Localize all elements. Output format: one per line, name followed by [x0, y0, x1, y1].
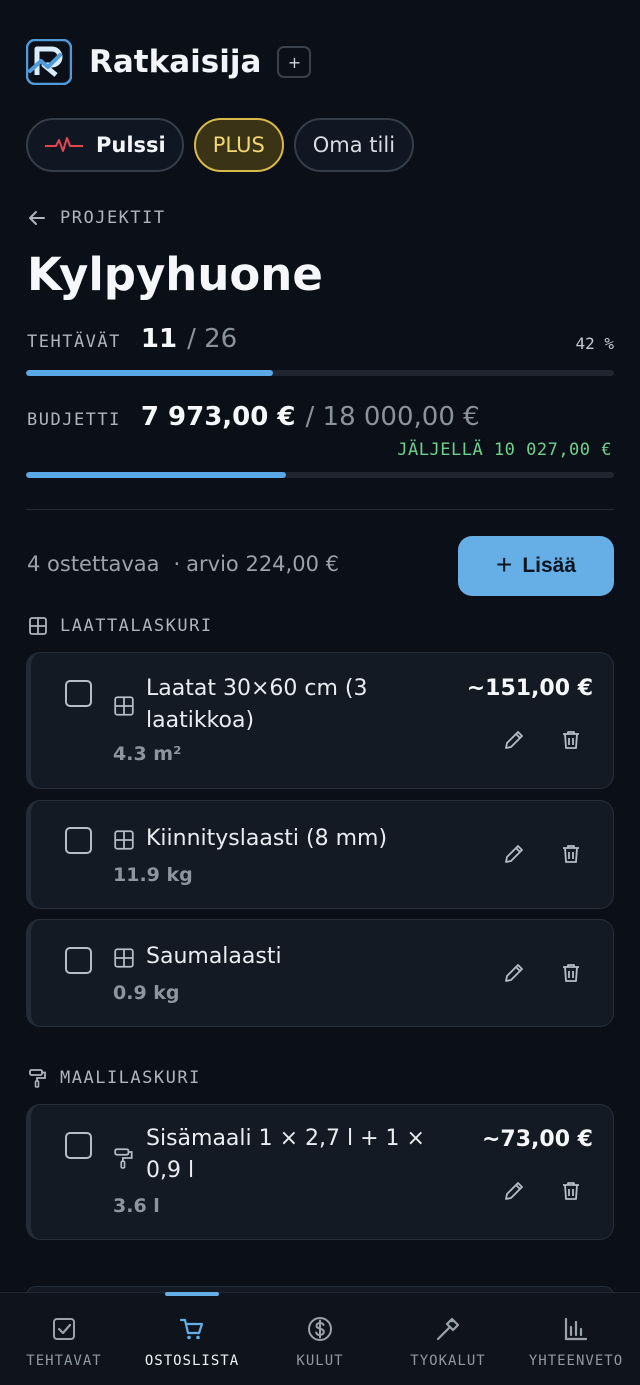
section-label: MAALILASKURI: [60, 1068, 201, 1088]
trash-icon: [563, 1182, 579, 1200]
tasks-progress-fill: [26, 370, 273, 376]
hammer-icon: [436, 1317, 460, 1341]
delete-button[interactable]: [558, 727, 584, 753]
checkbox-icon: [53, 1318, 75, 1340]
list-item: Kiinnityslaasti (8 mm) 11.9 kg: [26, 800, 614, 909]
tasks-label: TEHTÄVÄT: [27, 332, 121, 352]
page-title: Kylpyhuone: [27, 248, 323, 301]
tasks-total: / 26: [187, 324, 238, 354]
heartbeat-icon: [45, 137, 83, 152]
budget-progress-fill: [26, 472, 287, 478]
nav-label: OSTOSLISTA: [144, 1353, 240, 1369]
item-checkbox[interactable]: [65, 947, 92, 974]
item-quantity: 11.9 kg: [113, 864, 193, 886]
back-to-projects-link[interactable]: PROJEKTIT: [28, 208, 166, 228]
bar-chart-icon: [564, 1317, 588, 1341]
tasks-progress-bar: [26, 370, 614, 376]
item-quantity: 3.6 l: [113, 1195, 160, 1217]
trash-icon: [563, 731, 579, 749]
delete-button[interactable]: [558, 960, 584, 986]
item-checkbox[interactable]: [65, 680, 92, 707]
paint-roller-icon: [29, 1069, 46, 1088]
divider: [26, 509, 614, 510]
shopping-summary: 4 ostettavaa · arvio 224,00 €: [27, 552, 339, 576]
arrow-left-icon: [29, 211, 45, 225]
edit-button[interactable]: [501, 727, 527, 753]
nav-label: TEHTAVAT: [26, 1353, 102, 1369]
section-label: LAATTALASKURI: [60, 616, 213, 636]
app-logo-icon: [26, 39, 72, 85]
app-header: Ratkaisija +: [26, 38, 312, 86]
nav-label: YHTEENVETO: [528, 1353, 624, 1369]
pulse-button[interactable]: Pulssi: [26, 118, 184, 172]
item-checkbox[interactable]: [65, 1132, 92, 1159]
plus-icon: +: [495, 548, 513, 580]
grid-icon: [114, 830, 134, 850]
nav-tools[interactable]: TYOKALUT: [384, 1293, 512, 1385]
add-item-label: Lisää: [522, 554, 577, 577]
grid-icon: [114, 948, 134, 968]
summary-count: 4 ostettavaa: [27, 552, 160, 576]
edit-button[interactable]: [501, 1178, 527, 1204]
nav-tasks[interactable]: TEHTAVAT: [0, 1293, 128, 1385]
summary-estimate: arvio 224,00 €: [186, 552, 339, 576]
plus-button[interactable]: PLUS: [193, 118, 284, 172]
pencil-icon: [505, 731, 523, 749]
trash-icon: [563, 964, 579, 982]
pencil-icon: [505, 964, 523, 982]
tasks-done: 11: [140, 324, 178, 354]
item-checkbox[interactable]: [65, 827, 92, 854]
item-name[interactable]: Sisämaali 1 × 2,7 l + 1 × 0,9 l: [146, 1123, 425, 1187]
nav-label: KULUT: [296, 1353, 344, 1369]
edit-button[interactable]: [501, 841, 527, 867]
nav-shopping-list[interactable]: OSTOSLISTA: [128, 1292, 256, 1385]
pulse-label: Pulssi: [96, 133, 166, 157]
budget-total: / 18 000,00 €: [305, 402, 480, 432]
paint-roller-icon: [114, 1148, 133, 1169]
item-quantity: 4.3 m²: [113, 743, 182, 765]
list-item: Laatat 30×60 cm (3 laatikkoa) 4.3 m² ~15…: [26, 652, 614, 789]
grid-icon: [114, 696, 134, 716]
add-item-button[interactable]: + Lisää: [458, 536, 614, 596]
active-tab-indicator: [165, 1292, 219, 1296]
item-price: ~73,00 €: [482, 1127, 593, 1152]
budget-spent: 7 973,00 €: [140, 402, 296, 432]
app-title: Ratkaisija: [89, 44, 262, 80]
tasks-stat: TEHTÄVÄT 11 / 26: [27, 324, 614, 354]
item-price: ~151,00 €: [466, 676, 593, 701]
tasks-percent: 42 %: [575, 334, 614, 353]
bottom-nav: TEHTAVAT OSTOSLISTA KULUT TYOKALUT YHTEE…: [0, 1292, 640, 1385]
item-name[interactable]: Laatat 30×60 cm (3 laatikkoa): [146, 673, 367, 737]
trash-icon: [563, 845, 579, 863]
budget-label: BUDJETTI: [27, 410, 121, 430]
section-tile-calculator: LAATTALASKURI: [28, 616, 213, 636]
account-button[interactable]: Oma tili: [293, 118, 415, 172]
delete-button[interactable]: [558, 1178, 584, 1204]
item-name[interactable]: Kiinnityslaasti (8 mm): [146, 823, 387, 855]
item-name[interactable]: Saumalaasti: [146, 941, 282, 973]
list-item: Saumalaasti 0.9 kg: [26, 919, 614, 1027]
budget-progress-bar: [26, 472, 614, 478]
edit-button[interactable]: [501, 960, 527, 986]
nav-expenses[interactable]: KULUT: [256, 1293, 384, 1385]
item-quantity: 0.9 kg: [113, 982, 180, 1004]
budget-stat: BUDJETTI 7 973,00 € / 18 000,00 €: [27, 402, 614, 432]
grid-icon: [29, 617, 47, 635]
add-project-button[interactable]: +: [277, 46, 312, 78]
list-item: Sisämaali 1 × 2,7 l + 1 × 0,9 l 3.6 l ~7…: [26, 1104, 614, 1240]
pencil-icon: [505, 845, 523, 863]
dollar-icon: [308, 1317, 332, 1341]
budget-remaining: JÄLJELLÄ 10 027,00 €: [397, 440, 612, 460]
nav-summary[interactable]: YHTEENVETO: [512, 1293, 640, 1385]
cart-icon: [179, 1318, 204, 1340]
top-pills: Pulssi PLUS Oma tili: [26, 118, 415, 172]
delete-button[interactable]: [558, 841, 584, 867]
nav-label: TYOKALUT: [410, 1353, 486, 1369]
breadcrumb-label: PROJEKTIT: [60, 208, 166, 228]
section-paint-calculator: MAALILASKURI: [28, 1068, 201, 1088]
pencil-icon: [505, 1182, 523, 1200]
